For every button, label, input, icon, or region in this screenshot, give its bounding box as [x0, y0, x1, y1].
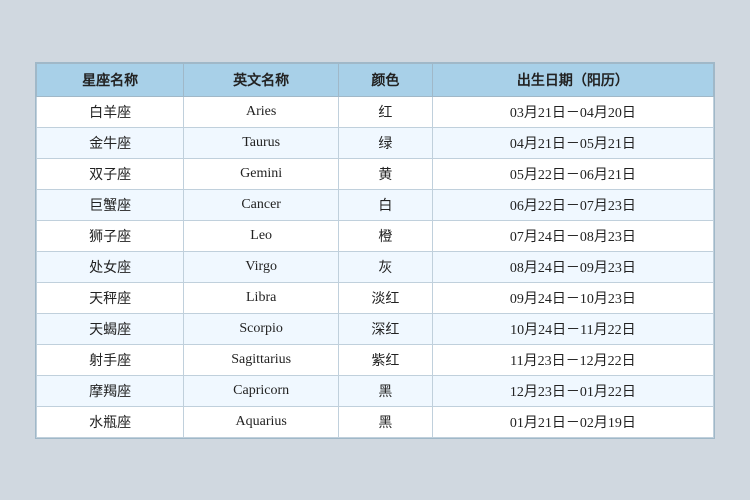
table-row: 金牛座Taurus绿04月21日－05月21日 — [37, 127, 714, 158]
zodiac-table: 星座名称 英文名称 颜色 出生日期（阳历） 白羊座Aries红03月21日－04… — [36, 63, 714, 438]
cell-english: Taurus — [184, 127, 339, 158]
cell-english: Leo — [184, 220, 339, 251]
table-row: 摩羯座Capricorn黑12月23日－01月22日 — [37, 375, 714, 406]
cell-chinese: 天蝎座 — [37, 313, 184, 344]
cell-color: 黑 — [339, 406, 433, 437]
cell-dates: 10月24日－11月22日 — [432, 313, 713, 344]
cell-chinese: 水瓶座 — [37, 406, 184, 437]
cell-color: 红 — [339, 96, 433, 127]
cell-color: 绿 — [339, 127, 433, 158]
cell-english: Scorpio — [184, 313, 339, 344]
table-row: 天秤座Libra淡红09月24日－10月23日 — [37, 282, 714, 313]
col-header-chinese: 星座名称 — [37, 63, 184, 96]
cell-color: 紫红 — [339, 344, 433, 375]
cell-color: 黑 — [339, 375, 433, 406]
cell-chinese: 射手座 — [37, 344, 184, 375]
cell-english: Aquarius — [184, 406, 339, 437]
col-header-dates: 出生日期（阳历） — [432, 63, 713, 96]
table-row: 天蝎座Scorpio深红10月24日－11月22日 — [37, 313, 714, 344]
cell-dates: 07月24日－08月23日 — [432, 220, 713, 251]
cell-dates: 09月24日－10月23日 — [432, 282, 713, 313]
cell-color: 灰 — [339, 251, 433, 282]
cell-chinese: 金牛座 — [37, 127, 184, 158]
table-row: 双子座Gemini黄05月22日－06月21日 — [37, 158, 714, 189]
cell-color: 黄 — [339, 158, 433, 189]
cell-color: 深红 — [339, 313, 433, 344]
cell-color: 淡红 — [339, 282, 433, 313]
table-row: 水瓶座Aquarius黑01月21日－02月19日 — [37, 406, 714, 437]
table-row: 白羊座Aries红03月21日－04月20日 — [37, 96, 714, 127]
cell-chinese: 白羊座 — [37, 96, 184, 127]
cell-dates: 11月23日－12月22日 — [432, 344, 713, 375]
cell-chinese: 双子座 — [37, 158, 184, 189]
cell-chinese: 天秤座 — [37, 282, 184, 313]
cell-english: Cancer — [184, 189, 339, 220]
cell-color: 白 — [339, 189, 433, 220]
cell-english: Aries — [184, 96, 339, 127]
table-header-row: 星座名称 英文名称 颜色 出生日期（阳历） — [37, 63, 714, 96]
cell-dates: 08月24日－09月23日 — [432, 251, 713, 282]
table-row: 射手座Sagittarius紫红11月23日－12月22日 — [37, 344, 714, 375]
table-row: 狮子座Leo橙07月24日－08月23日 — [37, 220, 714, 251]
table-row: 处女座Virgo灰08月24日－09月23日 — [37, 251, 714, 282]
cell-english: Gemini — [184, 158, 339, 189]
col-header-color: 颜色 — [339, 63, 433, 96]
cell-chinese: 处女座 — [37, 251, 184, 282]
cell-english: Libra — [184, 282, 339, 313]
cell-chinese: 巨蟹座 — [37, 189, 184, 220]
cell-chinese: 狮子座 — [37, 220, 184, 251]
cell-chinese: 摩羯座 — [37, 375, 184, 406]
cell-english: Sagittarius — [184, 344, 339, 375]
cell-dates: 12月23日－01月22日 — [432, 375, 713, 406]
table-body: 白羊座Aries红03月21日－04月20日金牛座Taurus绿04月21日－0… — [37, 96, 714, 437]
cell-dates: 05月22日－06月21日 — [432, 158, 713, 189]
col-header-english: 英文名称 — [184, 63, 339, 96]
cell-english: Capricorn — [184, 375, 339, 406]
cell-dates: 06月22日－07月23日 — [432, 189, 713, 220]
zodiac-table-container: 星座名称 英文名称 颜色 出生日期（阳历） 白羊座Aries红03月21日－04… — [35, 62, 715, 439]
table-row: 巨蟹座Cancer白06月22日－07月23日 — [37, 189, 714, 220]
cell-dates: 03月21日－04月20日 — [432, 96, 713, 127]
cell-dates: 01月21日－02月19日 — [432, 406, 713, 437]
cell-color: 橙 — [339, 220, 433, 251]
cell-english: Virgo — [184, 251, 339, 282]
cell-dates: 04月21日－05月21日 — [432, 127, 713, 158]
